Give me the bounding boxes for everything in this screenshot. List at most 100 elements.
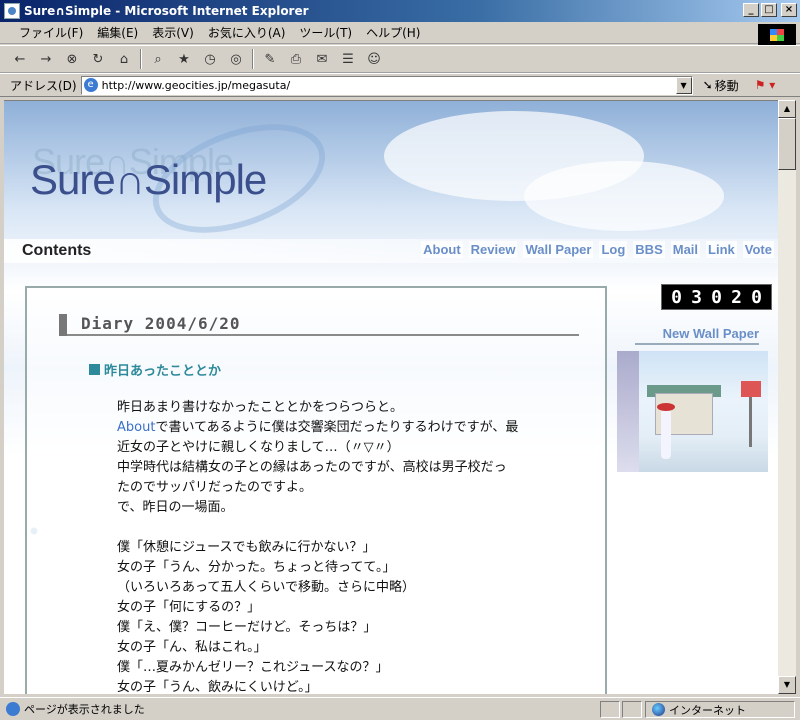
contents-label: Contents (22, 242, 92, 259)
windows-logo-icon (758, 24, 796, 46)
menu-view[interactable]: 表示(V) (145, 24, 201, 41)
diary-panel: Diary 2004/6/20 昨日あったこととか 昨日あまり書けなかったことと… (25, 286, 607, 694)
address-label: アドレス(D) (10, 78, 77, 93)
nav-wallpaper[interactable]: Wall Paper (523, 241, 594, 258)
site-logo[interactable]: Sure∩Simple (30, 156, 267, 204)
nav-bbs[interactable]: BBS (633, 241, 665, 258)
counter-digit: 0 (711, 286, 722, 308)
diary-line-text: で書いてあるように僕は交響楽団だったりするわけですが、最 (155, 420, 519, 435)
dialog-line: 僕「休憩にジュースでも飲みに行かない？」 (117, 540, 376, 555)
thumb-girl (661, 409, 671, 459)
window-titlebar: Sure∩Simple - Microsoft Internet Explore… (0, 0, 800, 22)
status-cell (622, 701, 642, 718)
menu-favorites[interactable]: お気に入り(A) (201, 24, 293, 41)
extra-toolbar-icon[interactable]: ⚑ ▾ (755, 78, 776, 92)
address-bar: アドレス(D) e http://www.geocities.jp/megasu… (0, 73, 800, 97)
toolbar-separator (252, 49, 254, 69)
thumb-hat (657, 403, 675, 411)
address-url[interactable]: http://www.geocities.jp/megasuta/ (102, 79, 291, 92)
nav-vote[interactable]: Vote (742, 241, 774, 258)
discuss-icon[interactable]: ☰ (338, 49, 358, 69)
new-wallpaper-link[interactable]: New Wall Paper (635, 326, 759, 345)
about-link[interactable]: About (117, 420, 155, 435)
cloud-decoration (524, 161, 724, 231)
forward-icon[interactable]: → (36, 49, 56, 69)
thumb-shade (617, 351, 639, 472)
diary-body: 昨日あまり書けなかったこととかをつらつらと。 Aboutで書いてあるように僕は交… (117, 398, 587, 694)
nav-review[interactable]: Review (468, 241, 518, 258)
dialog-line: 女の子「うん、飲みにくいけど。」 (117, 680, 318, 694)
maximize-button[interactable]: □ (761, 3, 777, 17)
address-input[interactable]: e http://www.geocities.jp/megasuta/ ▼ (80, 75, 693, 95)
print-icon[interactable]: ⎙ (286, 49, 306, 69)
dialog-line: 僕「え、僕？コーヒーだけど。そっちは？」 (117, 620, 377, 635)
history-icon[interactable]: ◷ (200, 49, 220, 69)
ie-page-icon (4, 3, 20, 19)
home-icon[interactable]: ⌂ (114, 49, 134, 69)
toolbar-separator (140, 49, 142, 69)
counter-digit: 0 (671, 286, 682, 308)
site-nav: About Review Wall Paper Log BBS Mail Lin… (421, 241, 774, 258)
heading-bar (59, 314, 67, 336)
stop-icon[interactable]: ⊗ (62, 49, 82, 69)
vertical-scrollbar[interactable]: ▲ ▼ (778, 100, 796, 694)
diary-line: 昨日あまり書けなかったこととかをつらつらと。 (117, 400, 404, 415)
diary-title: Diary 2004/6/20 (81, 314, 241, 333)
page-viewport: Sure∩Simple Sure∩Simple Contents About R… (4, 100, 778, 694)
globe-icon (652, 703, 665, 716)
menu-file[interactable]: ファイル(F) (12, 24, 90, 41)
diary-line: Aboutで書いてあるように僕は交響楽団だったりするわけですが、最 (117, 418, 587, 438)
thumb-sign (741, 381, 761, 397)
mail-icon[interactable]: ✉ (312, 49, 332, 69)
ie-page-icon (6, 702, 20, 716)
go-arrow-icon: ➘ (702, 78, 713, 92)
status-text: ページが表示されました (24, 703, 145, 716)
messenger-icon[interactable]: ☺ (364, 49, 384, 69)
visitor-counter: 0 3 0 2 0 (661, 284, 772, 310)
menu-tools[interactable]: ツール(T) (292, 24, 359, 41)
back-icon[interactable]: ← (10, 49, 30, 69)
scroll-thumb[interactable] (778, 118, 796, 170)
nav-mail[interactable]: Mail (670, 241, 701, 258)
scroll-up-icon[interactable]: ▲ (778, 100, 796, 118)
entry-subheading-text: 昨日あったこととか (104, 364, 222, 379)
nav-log[interactable]: Log (599, 241, 628, 258)
address-dropdown-icon[interactable]: ▼ (675, 76, 692, 94)
diary-line: 近女の子とやけに親しくなりまして…（〃▽〃） (117, 440, 400, 455)
edit-icon[interactable]: ✎ (260, 49, 280, 69)
square-bullet-icon (89, 364, 100, 375)
dialog-line: 女の子「うん、分かった。ちょっと待ってて。」 (117, 560, 396, 575)
dialog-line: 女の子「ん、私はこれ。」 (117, 640, 267, 655)
refresh-icon[interactable]: ↻ (88, 49, 108, 69)
close-button[interactable]: × (781, 3, 797, 17)
counter-digit: 2 (731, 286, 742, 308)
nav-link[interactable]: Link (706, 241, 737, 258)
security-zone: インターネット (645, 701, 795, 718)
menu-bar: ファイル(F) 編集(E) 表示(V) お気に入り(A) ツール(T) ヘルプ(… (0, 22, 800, 44)
nav-about[interactable]: About (421, 241, 463, 258)
diary-line: たのでサッパリだったのですよ。 (117, 480, 313, 495)
go-button[interactable]: ➘ 移動 (703, 77, 739, 94)
diary-heading: Diary 2004/6/20 (59, 314, 579, 336)
counter-digit: 0 (751, 286, 762, 308)
dialog-line: （いろいろあって五人くらいで移動。さらに中略） (117, 580, 415, 595)
scroll-down-icon[interactable]: ▼ (778, 676, 796, 694)
minimize-button[interactable]: _ (743, 3, 759, 17)
counter-digit: 3 (691, 286, 702, 308)
menu-help[interactable]: ヘルプ(H) (359, 24, 427, 41)
status-bar: ページが表示されました インターネット (0, 697, 800, 720)
dialog-line: 女の子「何にするの？」 (117, 600, 261, 615)
media-icon[interactable]: ◎ (226, 49, 246, 69)
search-icon[interactable]: ⌕ (148, 49, 168, 69)
entry-subheading: 昨日あったこととか (89, 360, 221, 379)
menu-edit[interactable]: 編集(E) (90, 24, 145, 41)
status-cell (600, 701, 620, 718)
diary-line: 中学時代は結構女の子との縁はあったのですが、高校は男子校だっ (117, 460, 507, 475)
zone-label: インターネット (669, 703, 746, 717)
toolbar: ← → ⊗ ↻ ⌂ ⌕ ★ ◷ ◎ ✎ ⎙ ✉ ☰ ☺ (0, 45, 800, 73)
favorites-icon[interactable]: ★ (174, 49, 194, 69)
thumb-pole (749, 397, 752, 447)
wallpaper-thumbnail[interactable] (617, 351, 768, 472)
ie-page-icon: e (83, 78, 98, 92)
